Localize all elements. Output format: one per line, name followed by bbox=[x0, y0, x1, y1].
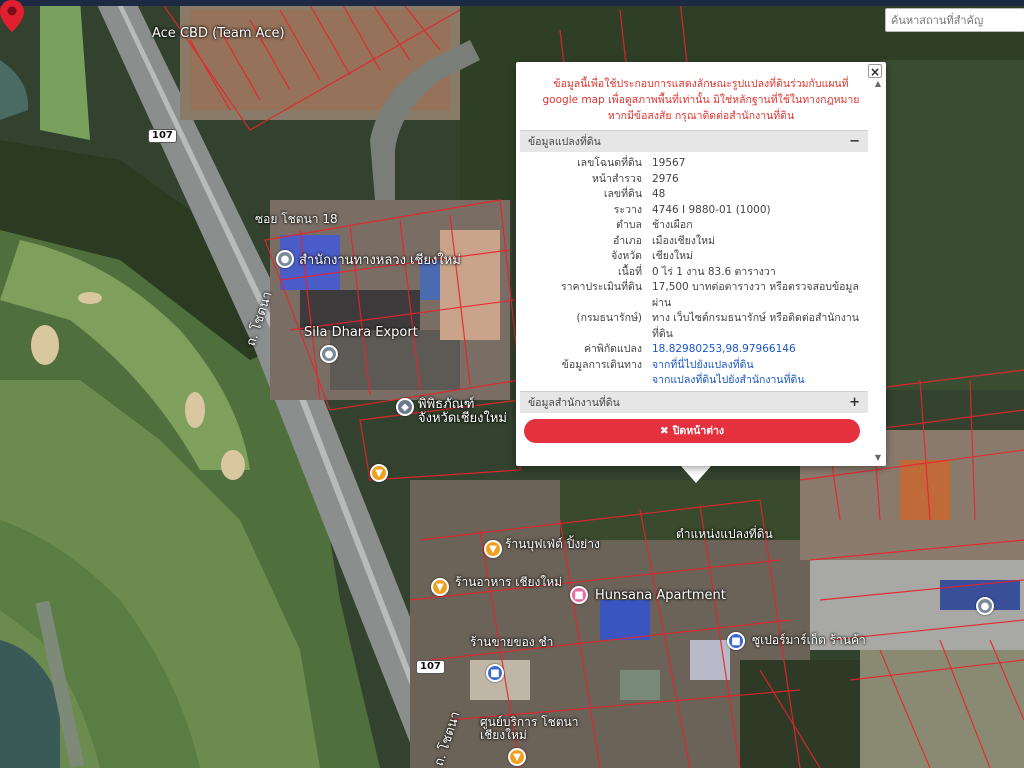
parcel-row-directions: ข้อมูลการเดินทาง จากที่นี่ไปยังแปลงที่ดิน bbox=[520, 358, 868, 374]
disclaimer-text: ข้อมูลนี้เพื่อใช้ประกอบการแสดงลักษณะรูปแ… bbox=[542, 78, 860, 122]
expand-icon[interactable]: + bbox=[849, 395, 860, 410]
parcel-row-appraisal-note: (กรมธนารักษ์) ทาง เว็บไซต์กรมธนารักษ์ หรื… bbox=[576, 312, 859, 340]
map-label-cafe2[interactable]: ร้านอาหาร เชียงใหม่ bbox=[455, 575, 562, 589]
parcel-row-land-no: เลขที่ดิน 48 bbox=[603, 188, 666, 200]
parcel-row-directions-office: จากแปลงที่ดินไปยังสำนักงานที่ดิน bbox=[520, 373, 868, 389]
map-label-highway-office[interactable]: สำนักงานทางหลวง เชียงใหม่ bbox=[299, 253, 461, 268]
collapse-icon[interactable]: − bbox=[849, 134, 860, 149]
close-window-button[interactable]: ✖ ปิดหน้าต่าง bbox=[524, 418, 860, 443]
map-label-land-location: ตำแหน่งแปลงที่ดิน bbox=[676, 527, 773, 541]
food-icon[interactable]: ▼ bbox=[508, 748, 526, 766]
place-search-input[interactable] bbox=[885, 8, 1024, 32]
top-bar bbox=[0, 0, 1024, 6]
map-label-hunsana-apartment[interactable]: Hunsana Apartment bbox=[595, 588, 726, 603]
poi-pin-icon[interactable]: ● bbox=[976, 597, 994, 615]
parcel-details-table: เลขโฉนดที่ดิน 19567 หน้าสำรวจ 2976 เลขที่ด… bbox=[520, 156, 868, 389]
map-label-shop1[interactable]: ร้านขายของ ชำ bbox=[470, 635, 553, 649]
map-label-museum[interactable]: พิพิธภัณฑ์ จังหวัดเชียงใหม่ bbox=[418, 397, 516, 427]
road-shield-107-south: 107 bbox=[416, 660, 445, 674]
close-window-label: ปิดหน้าต่าง bbox=[672, 425, 725, 437]
location-marker-icon[interactable] bbox=[0, 0, 24, 32]
parcel-row-subdistrict: ตำบล ช้างเผือก bbox=[616, 219, 693, 231]
parcel-row-district: อำเภอ เมืองเชียงใหม่ bbox=[612, 234, 715, 247]
map-label-cafe1[interactable]: ร้านบุฟเฟ่ต์ ปิ้งย่าง bbox=[505, 537, 600, 551]
directions-to-office-link[interactable]: จากแปลงที่ดินไปยังสำนักงานที่ดิน bbox=[652, 373, 868, 389]
parcel-section-title: ข้อมูลแปลงที่ดิน bbox=[528, 136, 601, 148]
food-icon[interactable]: ▼ bbox=[431, 578, 449, 596]
parcel-row-area: เนื้อที่ 0 ไร่ 1 งาน 83.6 ตารางวา bbox=[618, 265, 776, 278]
parcel-row-sheet: ระวาง 4746 I 9880-01 (1000) bbox=[613, 203, 771, 216]
map-label-soi-chotana18[interactable]: ซอย โชตนา 18 bbox=[255, 212, 338, 226]
popup-content[interactable]: ข้อมูลนี้เพื่อใช้ประกอบการแสดงลักษณะรูปแ… bbox=[516, 62, 886, 466]
map-label-ace-cbd[interactable]: Ace CBD (Team Ace) bbox=[152, 26, 285, 41]
poi-pin-icon[interactable]: ● bbox=[276, 250, 294, 268]
parcel-row-appraisal: ราคาประเมินที่ดิน 17,500 บาทต่อตารางวา หร… bbox=[560, 281, 859, 309]
scroll-down-icon[interactable]: ▼ bbox=[873, 454, 883, 462]
parcel-row-survey: หน้าสำรวจ 2976 bbox=[592, 172, 679, 185]
coordinates-link[interactable]: 18.82980253,98.97966146 bbox=[652, 342, 868, 358]
road-shield-107: 107 bbox=[148, 129, 177, 143]
parcel-row-coordinates: ค่าพิกัดแปลง 18.82980253,98.97966146 bbox=[520, 342, 868, 358]
parcel-info-popup: ข้อมูลนี้เพื่อใช้ประกอบการแสดงลักษณะรูปแ… bbox=[516, 62, 886, 466]
map-label-shop2[interactable]: ซูเปอร์มาร์เก็ต ร้านค้า bbox=[752, 633, 866, 647]
office-section-header[interactable]: ข้อมูลสำนักงานที่ดิน + bbox=[520, 390, 868, 413]
popup-close-icon[interactable]: × bbox=[868, 64, 882, 79]
map-label-sila-dhara[interactable]: Sila Dhara Export bbox=[304, 325, 418, 340]
parcel-row-deed: เลขโฉนดที่ดิน 19567 bbox=[577, 157, 686, 169]
food-icon[interactable]: ▼ bbox=[484, 540, 502, 558]
hotel-icon[interactable]: ■ bbox=[570, 586, 588, 604]
shopping-icon[interactable]: ■ bbox=[486, 664, 504, 682]
directions-to-parcel-link[interactable]: จากที่นี่ไปยังแปลงที่ดิน bbox=[652, 358, 868, 374]
poi-pin-icon[interactable]: ● bbox=[320, 345, 338, 363]
popup-tail bbox=[680, 465, 712, 483]
food-icon[interactable]: ▼ bbox=[370, 464, 388, 482]
map-label-chotana-shop[interactable]: ศูนย์บริการ โชตนา เชียงใหม่ bbox=[480, 715, 600, 742]
close-icon: ✖ bbox=[659, 424, 669, 437]
scroll-up-icon[interactable]: ▲ bbox=[873, 80, 883, 88]
museum-icon[interactable]: ◆ bbox=[396, 398, 414, 416]
shopping-icon[interactable]: ■ bbox=[727, 632, 745, 650]
parcel-row-province: จังหวัด เชียงใหม่ bbox=[611, 250, 693, 262]
parcel-section-header[interactable]: ข้อมูลแปลงที่ดิน − bbox=[520, 130, 868, 152]
office-section-title: ข้อมูลสำนักงานที่ดิน bbox=[528, 396, 620, 409]
